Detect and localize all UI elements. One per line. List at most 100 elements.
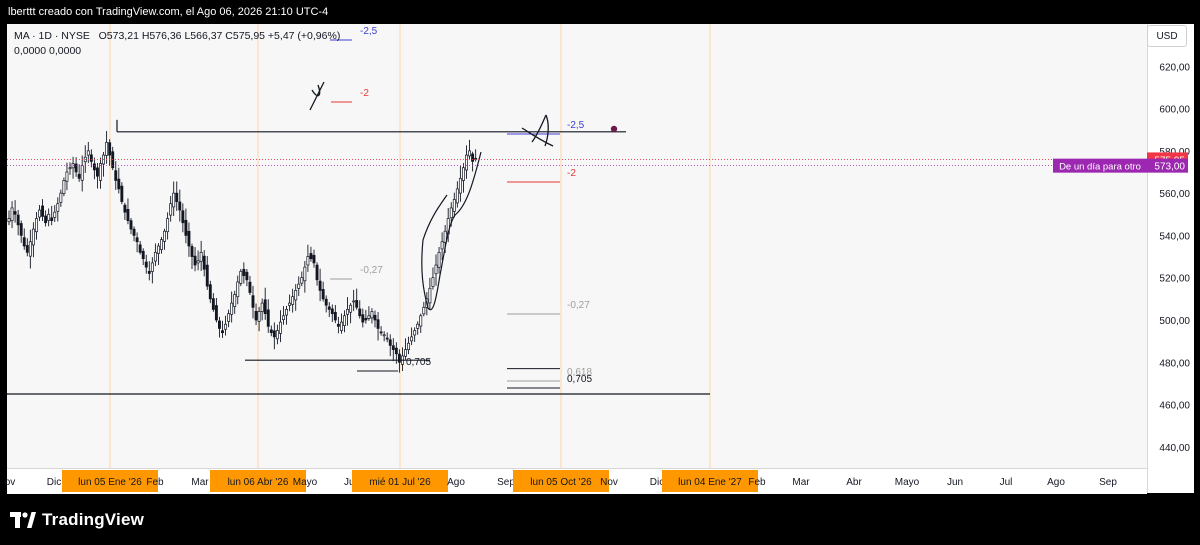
candle	[388, 339, 392, 346]
candle	[190, 246, 194, 257]
candle	[56, 203, 60, 212]
candle	[352, 300, 356, 303]
candle	[208, 284, 212, 300]
time-axis-label: ov	[5, 477, 16, 488]
drawn-dot	[610, 125, 618, 133]
fib-level-label: -2,5	[567, 120, 585, 131]
candle	[465, 154, 468, 171]
time-axis-label: Ago	[1047, 477, 1065, 488]
symbol-legend: MA · 1D · NYSE O573,21 H576,36 L566,37 C…	[14, 29, 340, 59]
candle	[285, 309, 289, 316]
candle	[340, 321, 343, 331]
candle	[242, 268, 246, 276]
chart-canvas[interactable]: 440,00 460,00 480,00 500,00 520,00 540,00 560,…	[0, 0, 1200, 545]
candle	[77, 173, 81, 179]
candle	[184, 219, 188, 236]
candle	[187, 230, 191, 247]
tradingview-brand[interactable]: TradingView	[42, 510, 144, 530]
candle	[260, 302, 264, 312]
time-axis-label: Mayo	[293, 477, 318, 488]
candle	[333, 311, 337, 321]
currency-button[interactable]: USD	[1147, 25, 1187, 47]
candle	[254, 310, 258, 321]
candle	[211, 298, 215, 310]
candle	[193, 255, 197, 266]
fib-level-label: 0,705	[406, 357, 431, 368]
legend-symbol[interactable]: MA · 1D · NYSE	[14, 30, 90, 42]
candle	[202, 255, 206, 270]
candle	[205, 264, 209, 287]
candle	[248, 281, 252, 293]
candle	[120, 185, 124, 202]
candle	[327, 306, 331, 310]
candle	[50, 217, 54, 221]
candle	[452, 199, 456, 212]
candle	[169, 203, 173, 216]
candle	[318, 280, 322, 291]
candle	[471, 153, 475, 162]
candle	[141, 250, 145, 260]
candle	[370, 311, 374, 319]
candle	[288, 302, 292, 306]
drawn-x-mark	[309, 81, 325, 111]
candle	[44, 215, 48, 224]
candle	[31, 228, 35, 246]
candle	[196, 260, 200, 264]
candle	[404, 349, 407, 357]
candle	[175, 192, 179, 202]
candle	[221, 330, 224, 334]
price-tick-label: 620,00	[1159, 62, 1190, 73]
candle	[440, 241, 444, 250]
candle	[309, 253, 313, 260]
price-tick-label: 540,00	[1159, 231, 1190, 242]
time-axis-label: Mar	[191, 477, 209, 488]
candle	[455, 188, 459, 204]
time-axis-label: Dic	[47, 477, 61, 488]
candle	[297, 283, 301, 289]
candle	[108, 142, 112, 156]
candle	[99, 163, 102, 181]
candle	[105, 142, 109, 156]
price-tick-label: 460,00	[1159, 401, 1190, 412]
candle	[227, 313, 231, 322]
candle	[282, 315, 285, 321]
candle	[80, 165, 84, 181]
candle	[218, 320, 221, 329]
tradingview-logo-icon[interactable]	[10, 512, 36, 528]
candle	[397, 353, 401, 363]
time-axis-label: Feb	[748, 477, 766, 488]
time-axis-label: mié 01 Jul '26	[369, 477, 431, 488]
candle	[431, 277, 435, 287]
candle	[349, 304, 353, 313]
candle	[178, 201, 182, 211]
candle	[89, 154, 93, 162]
candle	[233, 294, 237, 307]
candle	[272, 330, 276, 338]
candle	[437, 251, 441, 268]
time-axis-label: Sep	[497, 477, 515, 488]
candle	[382, 334, 386, 337]
candle	[336, 323, 340, 327]
time-axis-label: Nov	[600, 477, 618, 488]
time-axis-label: Jun	[947, 477, 963, 488]
candle	[462, 167, 465, 181]
candle	[419, 315, 423, 327]
candle	[172, 192, 176, 208]
candle	[199, 251, 203, 262]
candle	[324, 298, 328, 306]
candle	[275, 330, 279, 340]
candle	[279, 321, 282, 334]
candle	[163, 230, 166, 242]
legend-indicator: 0,0000 0,0000	[14, 45, 82, 57]
fib-level-label: -2	[360, 88, 369, 99]
candle	[138, 244, 142, 253]
candle	[367, 315, 371, 319]
candle	[62, 180, 66, 194]
candle	[413, 330, 417, 336]
candle	[312, 255, 316, 264]
candle	[150, 262, 154, 272]
candle	[74, 163, 78, 173]
candle	[147, 270, 151, 274]
drawn-projection	[421, 151, 482, 311]
candle	[416, 323, 420, 329]
